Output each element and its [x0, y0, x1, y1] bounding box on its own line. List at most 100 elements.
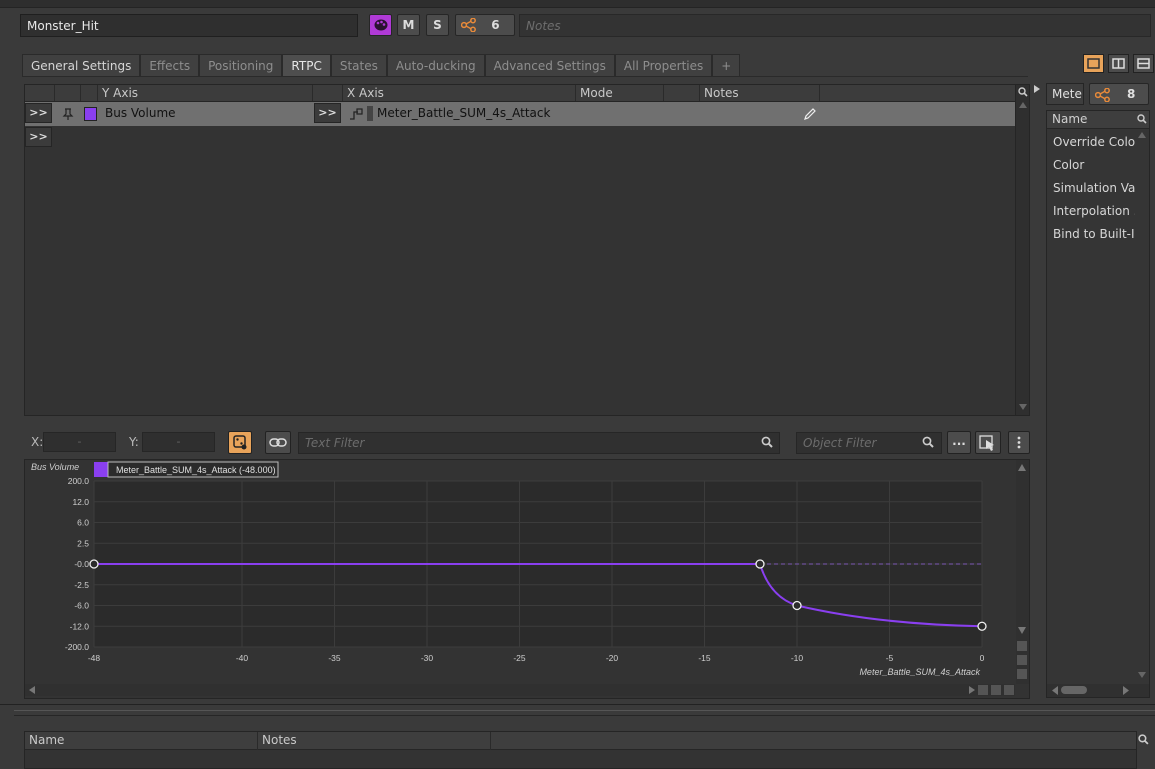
solo-button[interactable]: S	[426, 14, 449, 36]
column-notes[interactable]: Notes	[258, 732, 491, 750]
palette-icon	[374, 19, 387, 31]
right-panel-references-button[interactable]: 8	[1089, 83, 1149, 105]
search-icon[interactable]	[1018, 87, 1028, 97]
layout-single-button[interactable]	[1083, 54, 1104, 73]
right-panel-column-name[interactable]: Name	[1047, 111, 1149, 129]
expand-x-button[interactable]: >>	[314, 103, 341, 123]
zoom-in-v-button[interactable]	[1017, 641, 1027, 651]
x-tick-label: -35	[328, 653, 341, 663]
search-icon[interactable]	[1138, 734, 1149, 745]
header-spacer	[81, 85, 98, 101]
tab-auto-ducking[interactable]: Auto-ducking	[386, 54, 485, 77]
list-item[interactable]: Override Color	[1053, 135, 1135, 149]
property-tabs: General Settings Effects Positioning RTPC St…	[22, 54, 741, 77]
y-tick-label: -2.5	[74, 580, 89, 590]
scroll-up-icon[interactable]	[1019, 101, 1027, 109]
y-axis-value[interactable]: Bus Volume	[105, 106, 176, 120]
tab-positioning[interactable]: Positioning	[199, 54, 283, 77]
parameter-color-bar	[367, 106, 373, 121]
panel-separator	[14, 715, 1155, 716]
tab-all-properties[interactable]: All Properties	[614, 54, 713, 77]
table-row[interactable]: >> Bus Volume >> Meter_Battle_SUM_4s_Att…	[25, 102, 1017, 126]
layout-split-button[interactable]	[1108, 54, 1129, 73]
y-tick-label: -6.0	[74, 601, 89, 611]
expand-panel-icon[interactable]	[1033, 85, 1041, 93]
more-options-button[interactable]: ...	[947, 431, 971, 454]
references-button[interactable]: 6	[455, 14, 515, 36]
scroll-down-icon[interactable]	[1019, 403, 1027, 411]
tab-add[interactable]: +	[712, 54, 741, 77]
scroll-down-icon[interactable]	[1138, 671, 1146, 679]
scroll-thumb[interactable]	[1061, 686, 1087, 694]
column-name[interactable]: Name	[25, 732, 258, 750]
layout-single-icon	[1087, 58, 1100, 69]
right-panel-column-label: Name	[1052, 112, 1088, 126]
graph-h-scrollbar[interactable]	[25, 684, 1015, 696]
rtpc-list-header: Y Axis X Axis Mode Notes	[25, 85, 1017, 102]
zoom-out-v-button[interactable]	[1017, 669, 1027, 679]
tab-advanced-settings[interactable]: Advanced Settings	[484, 54, 615, 77]
legend-swatch	[94, 462, 108, 477]
color-swatch[interactable]	[84, 107, 97, 121]
curve-point[interactable]	[89, 559, 99, 569]
curve-point[interactable]	[792, 600, 802, 611]
kebab-menu-button[interactable]	[1008, 431, 1030, 454]
right-panel-title[interactable]: Mete	[1046, 83, 1084, 105]
x-axis-value[interactable]: Meter_Battle_SUM_4s_Attack	[377, 106, 550, 120]
scroll-up-icon[interactable]	[1138, 131, 1146, 139]
tab-general-settings[interactable]: General Settings	[22, 54, 141, 77]
list-item[interactable]: Interpolation ...	[1053, 204, 1135, 218]
x-coordinate-field[interactable]: -	[43, 432, 116, 452]
link-button[interactable]	[265, 431, 291, 454]
column-notes[interactable]: Notes	[700, 85, 820, 101]
object-filter-input[interactable]: Object Filter	[796, 432, 942, 454]
header-spacer	[25, 85, 55, 101]
y-coordinate-field[interactable]: -	[142, 432, 215, 452]
right-panel-h-scrollbar[interactable]	[1047, 684, 1149, 697]
scroll-left-icon[interactable]	[1051, 686, 1059, 695]
rtpc-curve-chart[interactable]: 200.0 12.0 6.0 2.5 -0.0 -2.5 -6.0 -12.0 -200.0 -…	[25, 460, 1029, 698]
y-tick-label: 6.0	[77, 518, 89, 528]
curve-point[interactable]	[755, 559, 765, 569]
x-tick-label: -30	[421, 653, 434, 663]
list-item[interactable]: Color	[1053, 158, 1135, 172]
add-rtpc-expand-button[interactable]: >>	[25, 127, 52, 147]
legend-label: Meter_Battle_SUM_4s_Attack (-48.000)	[116, 465, 276, 475]
notes-field[interactable]: Notes	[519, 14, 1151, 37]
zoom-in-h-button[interactable]	[978, 685, 988, 695]
list-scrollbar[interactable]	[1015, 85, 1029, 415]
selection-button[interactable]	[975, 431, 1001, 454]
text-filter-input[interactable]: Text Filter	[298, 432, 780, 454]
color-palette-button[interactable]	[369, 14, 392, 36]
scroll-right-icon[interactable]	[1122, 686, 1130, 695]
cursor-mode-button[interactable]	[228, 431, 252, 454]
tab-divider	[22, 76, 1028, 77]
x-tick-label: -48	[88, 653, 101, 663]
column-y-axis[interactable]: Y Axis	[98, 85, 313, 101]
fit-v-button[interactable]	[1017, 655, 1027, 665]
search-icon	[761, 436, 773, 448]
object-name-field[interactable]: Monster_Hit	[20, 14, 358, 37]
expand-button[interactable]: >>	[25, 103, 52, 123]
curve-point[interactable]	[977, 621, 987, 631]
column-mode[interactable]: Mode	[576, 85, 664, 101]
fit-h-button[interactable]	[991, 685, 1001, 695]
column-x-axis[interactable]: X Axis	[343, 85, 576, 101]
list-item[interactable]: Bind to Built-I...	[1053, 227, 1135, 241]
tab-effects[interactable]: Effects	[140, 54, 200, 77]
top-toolbar-strip	[0, 0, 1155, 8]
search-icon[interactable]	[1137, 114, 1147, 124]
layout-stacked-button[interactable]	[1133, 54, 1154, 73]
y-axis-label: Bus Volume	[31, 462, 79, 472]
header-spacer	[55, 85, 81, 101]
edit-pencil-icon[interactable]	[803, 107, 817, 121]
zoom-out-h-button[interactable]	[1004, 685, 1014, 695]
tab-rtpc[interactable]: RTPC	[282, 54, 331, 77]
x-tick-label: -15	[698, 653, 711, 663]
select-cursor-icon	[979, 435, 994, 451]
y-tick-label: -200.0	[65, 642, 89, 652]
pin-icon[interactable]	[61, 107, 75, 121]
list-item[interactable]: Simulation Val...	[1053, 181, 1135, 195]
mute-button[interactable]: M	[397, 14, 420, 36]
tab-states[interactable]: States	[330, 54, 387, 77]
